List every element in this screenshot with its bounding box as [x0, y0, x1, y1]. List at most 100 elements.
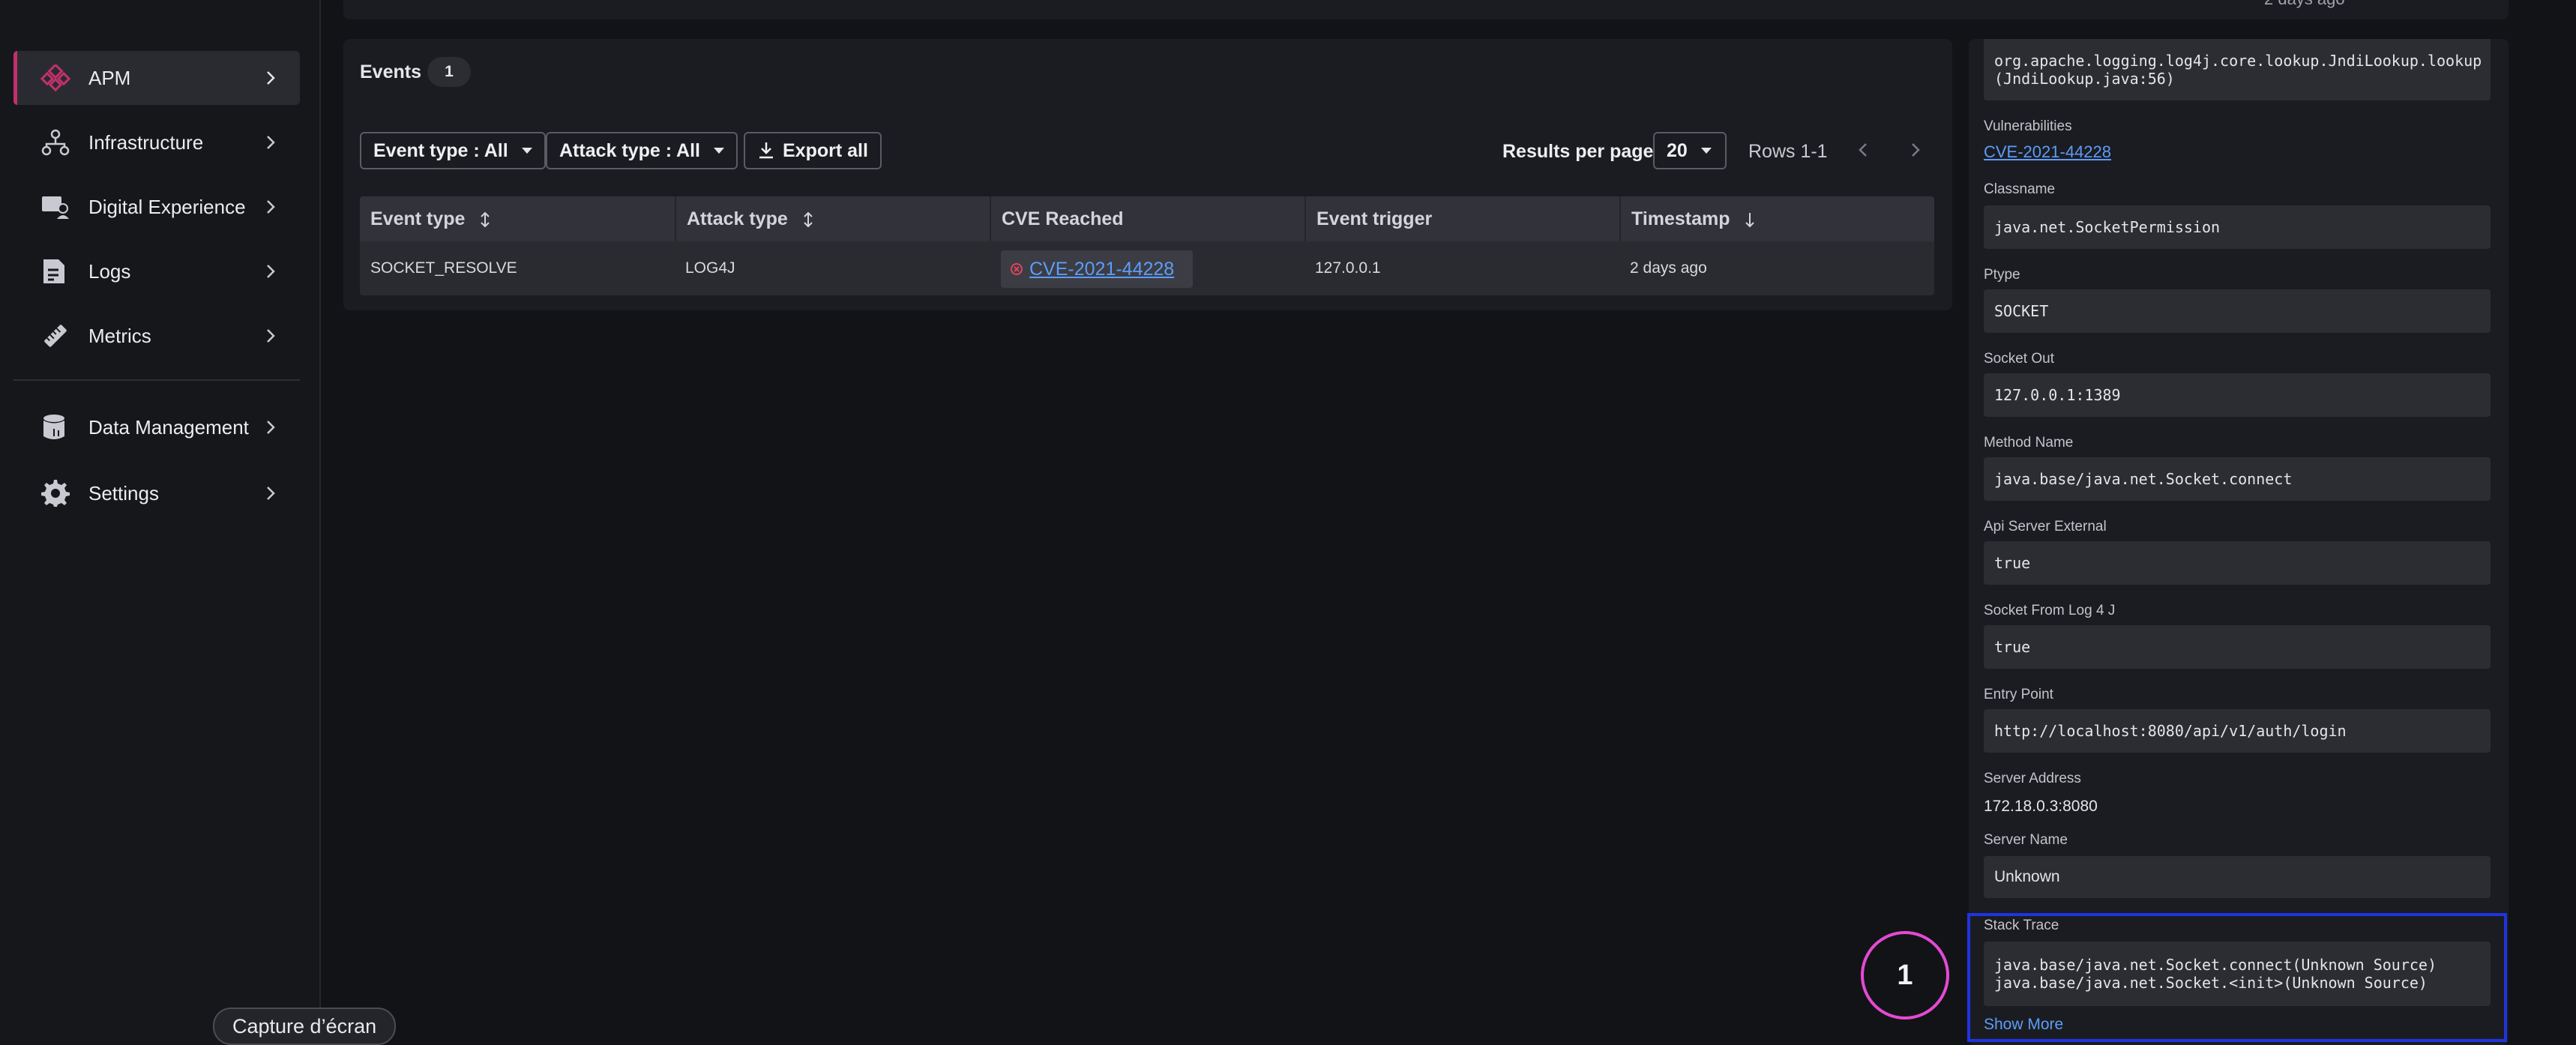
column-header-label: Event trigger: [1316, 208, 1433, 229]
method-name-label: Method Name: [1984, 435, 2074, 451]
cell-event-type: SOCKET_RESOLVE: [370, 259, 517, 277]
metrics-icon: [44, 325, 67, 347]
column-header-event-type[interactable]: Event type: [360, 196, 675, 241]
attack-type-filter[interactable]: Attack type : All: [546, 132, 738, 169]
socket-from-log4j-value: true: [1984, 625, 2491, 669]
previous-page-icon[interactable]: [1850, 136, 1877, 163]
chevron-right-icon: [267, 487, 275, 500]
socket-out-text: 127.0.0.1:1389: [1994, 386, 2121, 404]
sidebar: APM Infrastructure Digital Experience Lo…: [0, 0, 321, 1045]
sidebar-item-infrastructure[interactable]: Infrastructure: [13, 115, 300, 169]
events-count-badge: 1: [427, 57, 471, 87]
lookup-value-line2: (JndiLookup.java:56): [1994, 70, 2175, 88]
cve-chip: CVE-2021-44228: [1001, 250, 1193, 288]
results-per-page-value: 20: [1667, 139, 1688, 161]
server-name-label: Server Name: [1984, 832, 2068, 848]
api-server-external-text: true: [1994, 554, 2031, 572]
alert-circle-icon: [1011, 263, 1023, 275]
server-address-label: Server Address: [1984, 771, 2081, 786]
socket-out-value: 127.0.0.1:1389: [1984, 373, 2491, 417]
caret-down-icon: [521, 148, 532, 154]
sidebar-item-metrics[interactable]: Metrics: [13, 309, 300, 363]
classname-label: Classname: [1984, 181, 2056, 197]
server-name-text: Unknown: [1994, 868, 2060, 885]
export-all-button[interactable]: Export all: [744, 132, 882, 169]
vulnerability-link[interactable]: CVE-2021-44228: [1984, 142, 2111, 162]
sidebar-item-apm[interactable]: APM: [13, 51, 300, 105]
top-timestamp: 2 days ago: [2264, 0, 2345, 9]
column-header-timestamp[interactable]: Timestamp: [1619, 196, 1934, 241]
lookup-value-line1: org.apache.logging.log4j.core.lookup.Jnd…: [1994, 52, 2482, 70]
results-per-page-select[interactable]: 20: [1653, 132, 1727, 169]
sidebar-item-label: APM: [88, 67, 131, 89]
vulnerabilities-label: Vulnerabilities: [1984, 118, 2072, 134]
column-header-label: Event type: [370, 208, 466, 229]
sidebar-item-logs[interactable]: Logs: [13, 244, 300, 298]
sidebar-item-label: Metrics: [88, 325, 151, 347]
sidebar-item-digital-experience[interactable]: Digital Experience: [13, 180, 300, 234]
column-header-cve-reached: CVE Reached: [990, 196, 1304, 241]
table-header: Event type Attack type CVE Reached Event…: [360, 196, 1934, 241]
chevron-right-icon: [267, 421, 275, 434]
apm-icon: [40, 64, 70, 91]
event-details-panel: org.apache.logging.log4j.core.lookup.Jnd…: [1969, 39, 2509, 1045]
classname-value: java.net.SocketPermission: [1984, 205, 2491, 249]
results-per-page-label: Results per page: [1502, 141, 1654, 162]
database-icon: [43, 415, 64, 439]
infrastructure-icon: [41, 129, 70, 156]
events-panel: Events 1 Event type : All Attack type : …: [343, 39, 1952, 310]
next-page-icon[interactable]: [1901, 136, 1928, 163]
chevron-right-icon: [267, 71, 275, 85]
method-name-value: java.base/java.net.Socket.connect: [1984, 457, 2491, 501]
entry-point-label: Entry Point: [1984, 687, 2053, 702]
sidebar-divider: [13, 379, 300, 381]
chevron-right-icon: [267, 329, 275, 343]
caret-down-icon: [714, 148, 725, 154]
column-header-label: Timestamp: [1631, 208, 1730, 229]
classname-text: java.net.SocketPermission: [1994, 218, 2221, 236]
cell-timestamp: 2 days ago: [1630, 259, 1707, 277]
lookup-value-box: org.apache.logging.log4j.core.lookup.Jnd…: [1984, 39, 2491, 100]
cell-event-trigger: 127.0.0.1: [1315, 259, 1381, 277]
annotation-marker: 1: [1861, 931, 1949, 1020]
socket-out-label: Socket Out: [1984, 351, 2054, 367]
socket-from-log4j-label: Socket From Log 4 J: [1984, 603, 2116, 618]
download-icon: [759, 142, 773, 159]
ptype-label: Ptype: [1984, 267, 2020, 283]
sidebar-item-settings[interactable]: Settings: [13, 466, 300, 520]
api-server-external-value: true: [1984, 541, 2491, 585]
sort-descending-icon: [1745, 213, 1755, 228]
chevron-right-icon: [267, 136, 275, 149]
column-header-label: CVE Reached: [1002, 208, 1124, 229]
entry-point-value: http://localhost:8080/api/v1/auth/login: [1984, 709, 2491, 753]
sidebar-item-label: Data Management: [88, 416, 249, 439]
sort-icon: [481, 211, 490, 228]
sidebar-item-label: Infrastructure: [88, 131, 204, 154]
sort-icon: [804, 211, 813, 228]
column-header-attack-type[interactable]: Attack type: [675, 196, 990, 241]
export-all-label: Export all: [783, 139, 868, 161]
entry-point-text: http://localhost:8080/api/v1/auth/login: [1994, 722, 2347, 740]
cve-link[interactable]: CVE-2021-44228: [1029, 259, 1174, 280]
screenshot-toast[interactable]: Capture d’écran: [213, 1008, 397, 1045]
chevron-right-icon: [267, 265, 275, 278]
gear-icon: [41, 480, 70, 507]
sidebar-item-label: Settings: [88, 482, 159, 505]
event-type-filter-label: Event type : All: [373, 139, 508, 161]
sidebar-item-data-management[interactable]: Data Management: [13, 400, 300, 454]
rows-range-label: Rows 1-1: [1748, 141, 1828, 162]
event-type-filter[interactable]: Event type : All: [360, 132, 546, 169]
method-name-text: java.base/java.net.Socket.connect: [1994, 470, 2293, 488]
top-bar: [343, 0, 2509, 19]
events-title: Events: [360, 61, 421, 82]
show-more-link[interactable]: Show More: [1984, 1016, 2063, 1034]
column-header-label: Attack type: [687, 208, 788, 229]
ptype-text: SOCKET: [1994, 302, 2049, 320]
column-header-event-trigger: Event trigger: [1304, 196, 1619, 241]
cell-attack-type: LOG4J: [685, 259, 735, 277]
sidebar-item-label: Digital Experience: [88, 196, 246, 218]
sidebar-item-label: Logs: [88, 260, 131, 283]
socket-from-log4j-text: true: [1994, 638, 2031, 656]
server-name-value: Unknown: [1984, 856, 2491, 898]
events-table: Event type Attack type CVE Reached Event…: [360, 196, 1934, 295]
